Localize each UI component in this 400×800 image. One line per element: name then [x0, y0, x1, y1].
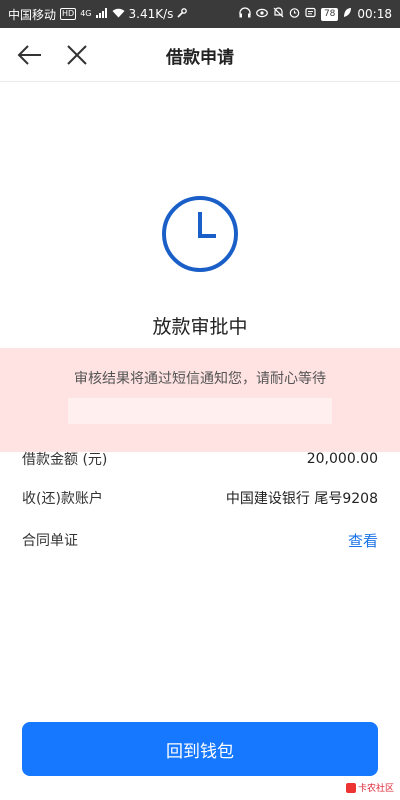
eye-icon [256, 7, 268, 21]
loan-amount-value: 20,000.00 [306, 451, 378, 467]
nav-header: 借款申请 [0, 28, 400, 82]
account-label: 收(还)款账户 [22, 491, 103, 507]
network-speed: 3.41K/s [128, 7, 174, 21]
notice-overlay [68, 398, 332, 424]
contract-label: 合同单证 [22, 533, 78, 549]
network-type: 4G [80, 9, 92, 18]
page-title: 借款申请 [166, 48, 234, 68]
notice-banner: 审核结果将通过短信通知您，请耐心等待 [0, 348, 400, 452]
battery-level: 78 [320, 7, 339, 21]
contract-row: 合同单证 查看 [22, 528, 378, 552]
view-contract-link[interactable]: 查看 [348, 530, 378, 551]
wifi-icon [112, 7, 125, 21]
headphones-icon [239, 7, 251, 21]
clock-icon [162, 196, 238, 272]
status-title: 放款审批中 [152, 316, 248, 338]
carrier-name: 中国移动 [8, 7, 57, 22]
watermark-text: 卡农社区 [357, 784, 394, 794]
leaf-icon [343, 7, 352, 21]
account-value: 中国建设银行 尾号9208 [225, 491, 378, 507]
watermark-logo-icon [345, 782, 356, 793]
mute-icon [273, 7, 284, 21]
status-bar-right: 78 00:18 [239, 7, 392, 21]
clock-time: 00:18 [357, 7, 392, 21]
wrench-icon [177, 7, 188, 21]
loan-amount-label: 借款金额 (元) [22, 452, 108, 468]
notification-icon [305, 7, 316, 21]
alarm-icon [289, 7, 300, 21]
back-to-wallet-button[interactable]: 回到钱包 [22, 722, 378, 776]
account-row: 收(还)款账户 中国建设银行 尾号9208 [22, 486, 378, 510]
watermark: 卡农社区 [345, 781, 394, 794]
status-bar: 中国移动 HD 4G 3.41K/s 78 00:18 [0, 0, 400, 28]
status-bar-left: 中国移动 HD 4G 3.41K/s [8, 6, 188, 23]
loan-amount-row: 借款金额 (元) 20,000.00 [22, 447, 378, 471]
hd-badge: HD [60, 8, 77, 20]
signal-icon [95, 7, 108, 21]
notice-text: 审核结果将通过短信通知您，请耐心等待 [74, 371, 326, 387]
